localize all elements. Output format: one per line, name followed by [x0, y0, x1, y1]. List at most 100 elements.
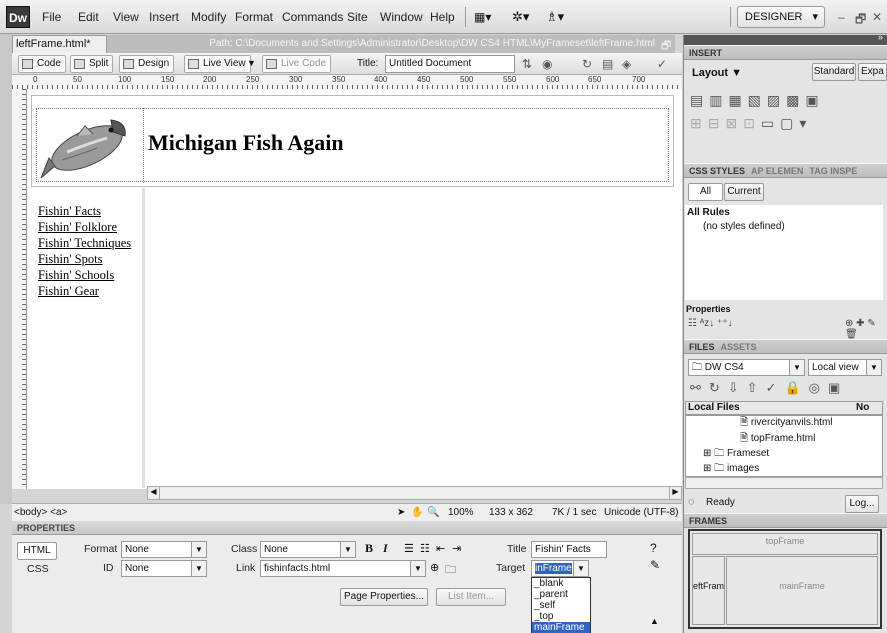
zoom-level[interactable]: 100%: [448, 504, 474, 521]
insert-panel-header[interactable]: INSERT: [684, 45, 887, 60]
chevron-down-icon[interactable]: ▼: [247, 58, 256, 68]
link-input[interactable]: fishinfacts.html ▼: [260, 560, 426, 577]
insert-category-select[interactable]: Layout ▼: [692, 67, 742, 79]
files-panel-header[interactable]: FILES ASSETS: [684, 339, 887, 354]
live-view-button[interactable]: Live View: [184, 55, 251, 73]
italic-button[interactable]: I: [383, 541, 388, 556]
frame-main[interactable]: mainFrame: [726, 556, 878, 625]
outdent-icon[interactable]: ⇤: [436, 542, 445, 555]
main-frame[interactable]: [148, 188, 682, 488]
view-select[interactable]: Local view ▼: [808, 359, 882, 376]
frame-left[interactable]: eftFrame: [692, 556, 725, 625]
folder-item[interactable]: ⊞ 🗀 images: [703, 461, 759, 476]
split-view-button[interactable]: Split: [70, 55, 114, 73]
expanded-mode-button[interactable]: Expa: [858, 63, 887, 81]
extend-icon[interactable]: ✲▾: [512, 9, 529, 25]
folder-item[interactable]: ⊞ 🗀 Frameset: [703, 446, 769, 461]
collapse-icon[interactable]: ▲: [650, 616, 659, 626]
menu-view[interactable]: View: [113, 10, 139, 24]
refresh-icon[interactable]: ↻: [582, 57, 592, 71]
target-option[interactable]: _top: [532, 611, 590, 622]
tab-assets[interactable]: ASSETS: [721, 342, 757, 352]
tab-files[interactable]: FILES: [689, 342, 715, 352]
menu-site[interactable]: Site: [347, 10, 368, 24]
help-icon[interactable]: ?: [650, 541, 657, 555]
tab-ap-elements[interactable]: AP ELEMEN: [751, 166, 803, 176]
site-icon[interactable]: ♗▾: [546, 9, 564, 25]
live-code-button[interactable]: Live Code: [262, 55, 332, 73]
workspace-switcher[interactable]: DESIGNER ▾: [737, 6, 825, 28]
ordered-list-icon[interactable]: ☷: [420, 542, 430, 555]
file-item[interactable]: 🗎 topFrame.html: [740, 431, 815, 446]
layout-icon[interactable]: ▦▾: [474, 10, 491, 24]
menu-help[interactable]: Help: [430, 10, 455, 24]
design-view-button[interactable]: Design: [119, 55, 175, 73]
nav-link-folklore[interactable]: Fishin' Folklore: [38, 220, 117, 235]
file-item[interactable]: 🗎 rivercityanvils.html: [740, 415, 833, 430]
nav-link-facts[interactable]: Fishin' Facts: [38, 204, 101, 219]
target-select[interactable]: inFrame ▼: [531, 560, 589, 577]
scroll-right-icon[interactable]: ▶: [669, 487, 681, 499]
select-tool-icon[interactable]: ➤: [397, 504, 405, 521]
title-input[interactable]: Untitled Document: [385, 55, 515, 73]
html-mode-button[interactable]: HTML: [17, 542, 57, 560]
file-management-icon[interactable]: ⇅: [522, 57, 532, 71]
css-view-toggle-icons[interactable]: ☷ ᴬz↓ ⁺⁺↓: [688, 318, 733, 329]
menu-format[interactable]: Format: [235, 10, 273, 24]
frames-panel-header[interactable]: FRAMES: [684, 513, 887, 528]
css-mode-button[interactable]: CSS: [27, 563, 49, 575]
window-size[interactable]: 133 x 362: [489, 504, 533, 521]
standard-mode-button[interactable]: Standard: [812, 63, 856, 81]
expand-icon[interactable]: ⊞: [703, 448, 714, 459]
validate-icon[interactable]: ✓: [657, 57, 667, 71]
target-option[interactable]: _blank: [532, 578, 590, 589]
browse-folder-icon[interactable]: 🗀: [445, 561, 456, 580]
css-rules-list[interactable]: (no styles defined): [685, 220, 883, 300]
insert-icons-row1[interactable]: ▤▥▦▧▨▩▣: [690, 92, 825, 109]
insert-icons-row2[interactable]: ⊞⊟⊠⊡▭▢▾: [690, 115, 812, 132]
scroll-left-icon[interactable]: ◀: [148, 487, 160, 499]
target-dropdown[interactable]: _blank _parent _self _top mainFrame: [531, 577, 591, 633]
point-to-file-icon[interactable]: ⊕: [430, 561, 439, 574]
bold-button[interactable]: B: [365, 541, 373, 556]
code-view-button[interactable]: Code: [18, 55, 66, 73]
hand-tool-icon[interactable]: ✋: [411, 504, 423, 521]
target-option-selected[interactable]: mainFrame: [532, 622, 590, 633]
log-button[interactable]: Log...: [845, 495, 879, 513]
css-panel-header[interactable]: CSS STYLES AP ELEMEN TAG INSPE: [684, 163, 887, 178]
close-window-button[interactable]: ✕: [872, 10, 882, 24]
title-prop-input[interactable]: Fishin' Facts: [531, 541, 607, 558]
menu-edit[interactable]: Edit: [78, 10, 99, 24]
page-properties-button[interactable]: Page Properties...: [340, 588, 428, 606]
view-options-icon[interactable]: ▤: [602, 57, 613, 71]
indent-icon[interactable]: ⇥: [452, 542, 461, 555]
fish-image[interactable]: [37, 108, 144, 183]
horizontal-scrollbar[interactable]: ◀ ▶: [147, 486, 682, 500]
visual-aids-icon[interactable]: ◈: [622, 57, 631, 71]
document-tab[interactable]: leftFrame.html* ×: [12, 35, 107, 67]
preview-browser-icon[interactable]: ◉: [542, 57, 552, 71]
nav-link-techniques[interactable]: Fishin' Techniques: [38, 236, 131, 251]
zoom-tool-icon[interactable]: 🔍: [427, 504, 439, 521]
properties-header[interactable]: PROPERTIES: [12, 521, 682, 535]
target-option[interactable]: _parent: [532, 589, 590, 600]
id-select[interactable]: None ▼: [121, 560, 207, 577]
unordered-list-icon[interactable]: ☰: [404, 542, 414, 555]
column-header[interactable]: No: [856, 402, 869, 414]
files-toolbar-icons[interactable]: ⚯↻⇩⇧✓🔒◎▣: [690, 380, 848, 396]
files-hscrollbar[interactable]: [685, 477, 883, 489]
target-option[interactable]: _self: [532, 600, 590, 611]
menu-modify[interactable]: Modify: [191, 10, 226, 24]
nav-link-spots[interactable]: Fishin' Spots: [38, 252, 102, 267]
css-all-button[interactable]: All: [688, 183, 723, 201]
menu-file[interactable]: File: [42, 10, 61, 24]
frame-top[interactable]: topFrame: [692, 533, 878, 555]
menu-commands[interactable]: Commands: [282, 10, 343, 24]
maximize-button[interactable]: 🗗: [855, 10, 866, 31]
nav-link-gear[interactable]: Fishin' Gear: [38, 284, 99, 299]
tag-selector[interactable]: <body> <a>: [14, 504, 67, 521]
class-select[interactable]: None ▼: [260, 541, 356, 558]
expand-icon[interactable]: ⊞: [703, 463, 714, 474]
minimize-button[interactable]: –: [838, 10, 845, 24]
tab-css-styles[interactable]: CSS STYLES: [689, 166, 745, 176]
